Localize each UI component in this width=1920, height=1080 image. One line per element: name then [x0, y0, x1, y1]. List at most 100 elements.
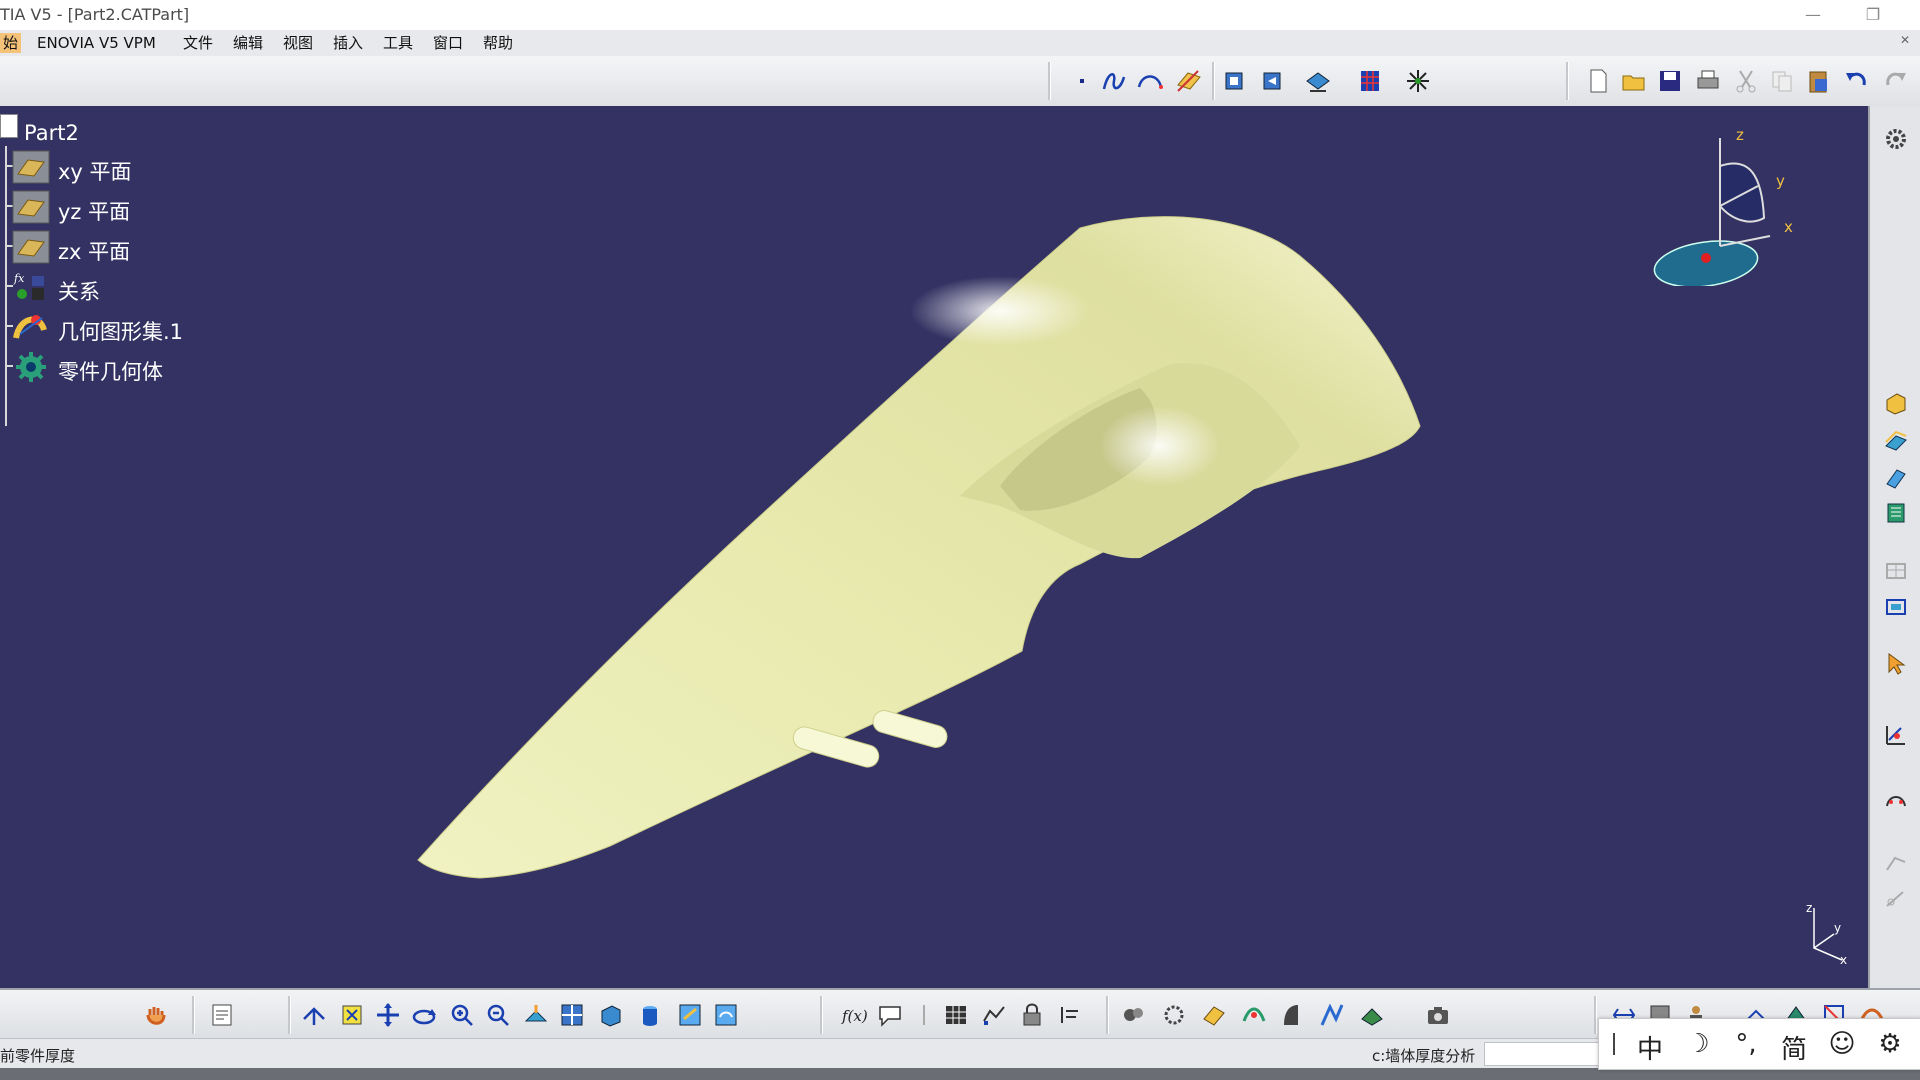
tree-item-relations[interactable]: fx 关系: [0, 266, 380, 306]
swap-space-icon[interactable]: [712, 1001, 740, 1029]
redo-icon[interactable]: [1882, 67, 1910, 95]
menu-view[interactable]: 视图: [280, 33, 316, 53]
plane-icon[interactable]: [1174, 67, 1202, 95]
curvature-icon[interactable]: [1318, 1001, 1346, 1029]
save-icon[interactable]: [1656, 67, 1684, 95]
rule-icon[interactable]: [1120, 1001, 1148, 1029]
knowledge-icon[interactable]: [910, 1001, 938, 1029]
zoom-out-icon[interactable]: [484, 1001, 512, 1029]
part-root-icon[interactable]: [0, 114, 18, 138]
compass-widget[interactable]: z y x: [1640, 126, 1800, 286]
gear-icon[interactable]: [1883, 126, 1909, 152]
thickness-analysis-icon[interactable]: [1358, 1001, 1386, 1029]
camera-icon[interactable]: [1424, 1001, 1452, 1029]
tree-item-zx-plane[interactable]: zx 平面: [0, 226, 380, 266]
ime-half-width-icon[interactable]: ☽: [1681, 1029, 1715, 1059]
fill-icon[interactable]: [1883, 464, 1909, 490]
point-icon[interactable]: [1068, 67, 1096, 95]
pad-icon[interactable]: [1883, 390, 1909, 416]
measure-tool-icon[interactable]: [1883, 886, 1909, 912]
tree-root-label[interactable]: Part2: [24, 121, 79, 145]
design-table-icon[interactable]: [942, 1001, 970, 1029]
document-close-icon[interactable]: ✕: [1900, 33, 1910, 47]
ime-chinese-mode[interactable]: 中: [1633, 1029, 1667, 1066]
menu-insert[interactable]: 插入: [330, 33, 366, 53]
wireframe-icon[interactable]: [1200, 1001, 1228, 1029]
toolbar-separator: [820, 996, 823, 1034]
view-back-icon[interactable]: [1258, 67, 1286, 95]
tree-item-geometric-set[interactable]: 几何图形集.1: [0, 306, 380, 346]
analysis-icon[interactable]: [1883, 850, 1909, 876]
formula-icon[interactable]: f(x): [840, 1001, 868, 1029]
ime-simplified-mode[interactable]: 简: [1777, 1029, 1811, 1066]
print-icon[interactable]: [1694, 67, 1722, 95]
print-preview-icon[interactable]: [208, 1001, 236, 1029]
undo-icon[interactable]: [1842, 67, 1870, 95]
plane-icon: [12, 230, 50, 264]
spline-icon[interactable]: [1100, 67, 1128, 95]
toolbar-separator: [1106, 996, 1109, 1034]
sweep-icon[interactable]: [1883, 500, 1909, 526]
measure-icon[interactable]: [1304, 67, 1332, 95]
select-cursor-icon[interactable]: [1883, 650, 1909, 676]
draft-icon[interactable]: [1278, 1001, 1306, 1029]
menu-enovia[interactable]: ENOVIA V5 VPM: [34, 33, 159, 53]
reaction-icon[interactable]: [1160, 1001, 1188, 1029]
rotate-icon[interactable]: [410, 1001, 438, 1029]
menu-help[interactable]: 帮助: [480, 33, 516, 53]
3d-viewport[interactable]: Part2 xy 平面 yz 平面 zx 平面 fx 关系 几何图形集.1 零件…: [0, 106, 1868, 988]
fit-all-icon[interactable]: [338, 1001, 366, 1029]
part-body-icon: [16, 352, 46, 382]
new-file-icon[interactable]: [1584, 67, 1612, 95]
geodesic-icon[interactable]: [1240, 1001, 1268, 1029]
shading-icon[interactable]: [636, 1001, 664, 1029]
restore-button[interactable]: ❐: [1850, 2, 1896, 28]
tree-item-yz-plane[interactable]: yz 平面: [0, 186, 380, 226]
title-bar: TIA V5 - [Part2.CATPart] — ❐: [0, 0, 1920, 30]
open-file-icon[interactable]: [1620, 67, 1648, 95]
compass-tool-icon[interactable]: [1404, 67, 1432, 95]
ime-punctuation-icon[interactable]: °,: [1729, 1029, 1763, 1059]
ime-handle[interactable]: [1613, 1033, 1615, 1055]
surface-icon[interactable]: [1883, 428, 1909, 454]
toolbar-separator: [1212, 62, 1215, 100]
zoom-in-icon[interactable]: [448, 1001, 476, 1029]
iso-view-icon[interactable]: [596, 1001, 624, 1029]
fly-mode-icon[interactable]: [300, 1001, 328, 1029]
command-input[interactable]: [1484, 1042, 1606, 1066]
menu-start[interactable]: 始: [0, 33, 22, 53]
table-icon[interactable]: [1883, 558, 1909, 584]
constraint-icon[interactable]: [1883, 786, 1909, 812]
comment-icon[interactable]: [876, 1001, 904, 1029]
plane-icon: [12, 190, 50, 224]
menu-edit[interactable]: 编辑: [230, 33, 266, 53]
grid-icon[interactable]: [1356, 67, 1384, 95]
tree-item-xy-plane[interactable]: xy 平面: [0, 146, 380, 186]
parameter-icon[interactable]: [1056, 1001, 1084, 1029]
svg-text:fx: fx: [13, 272, 25, 285]
menu-tools[interactable]: 工具: [380, 33, 416, 53]
toolbar-separator: [288, 996, 291, 1034]
menu-file[interactable]: 文件: [180, 33, 216, 53]
multi-view-icon[interactable]: [558, 1001, 586, 1029]
minimize-button[interactable]: —: [1790, 2, 1836, 28]
paste-icon[interactable]: [1804, 67, 1832, 95]
tree-item-label: yz 平面: [58, 200, 131, 224]
copy-icon[interactable]: [1768, 67, 1796, 95]
view-front-icon[interactable]: [1220, 67, 1248, 95]
pan-icon[interactable]: [374, 1001, 402, 1029]
cut-icon[interactable]: [1732, 67, 1760, 95]
ime-emoji-icon[interactable]: ☺: [1825, 1029, 1859, 1059]
sketch-icon[interactable]: [1883, 722, 1909, 748]
right-toolbar: [1868, 106, 1920, 988]
frame-icon[interactable]: [1883, 594, 1909, 620]
lock-icon[interactable]: [1018, 1001, 1046, 1029]
hand-select-icon[interactable]: [142, 1001, 170, 1029]
ime-settings-icon[interactable]: ⚙: [1873, 1029, 1907, 1059]
menu-window[interactable]: 窗口: [430, 33, 466, 53]
hide-show-icon[interactable]: [676, 1001, 704, 1029]
law-icon[interactable]: [980, 1001, 1008, 1029]
tree-item-part-body[interactable]: 零件几何体: [0, 346, 380, 386]
normal-view-icon[interactable]: [522, 1001, 550, 1029]
curve-icon[interactable]: [1136, 67, 1164, 95]
